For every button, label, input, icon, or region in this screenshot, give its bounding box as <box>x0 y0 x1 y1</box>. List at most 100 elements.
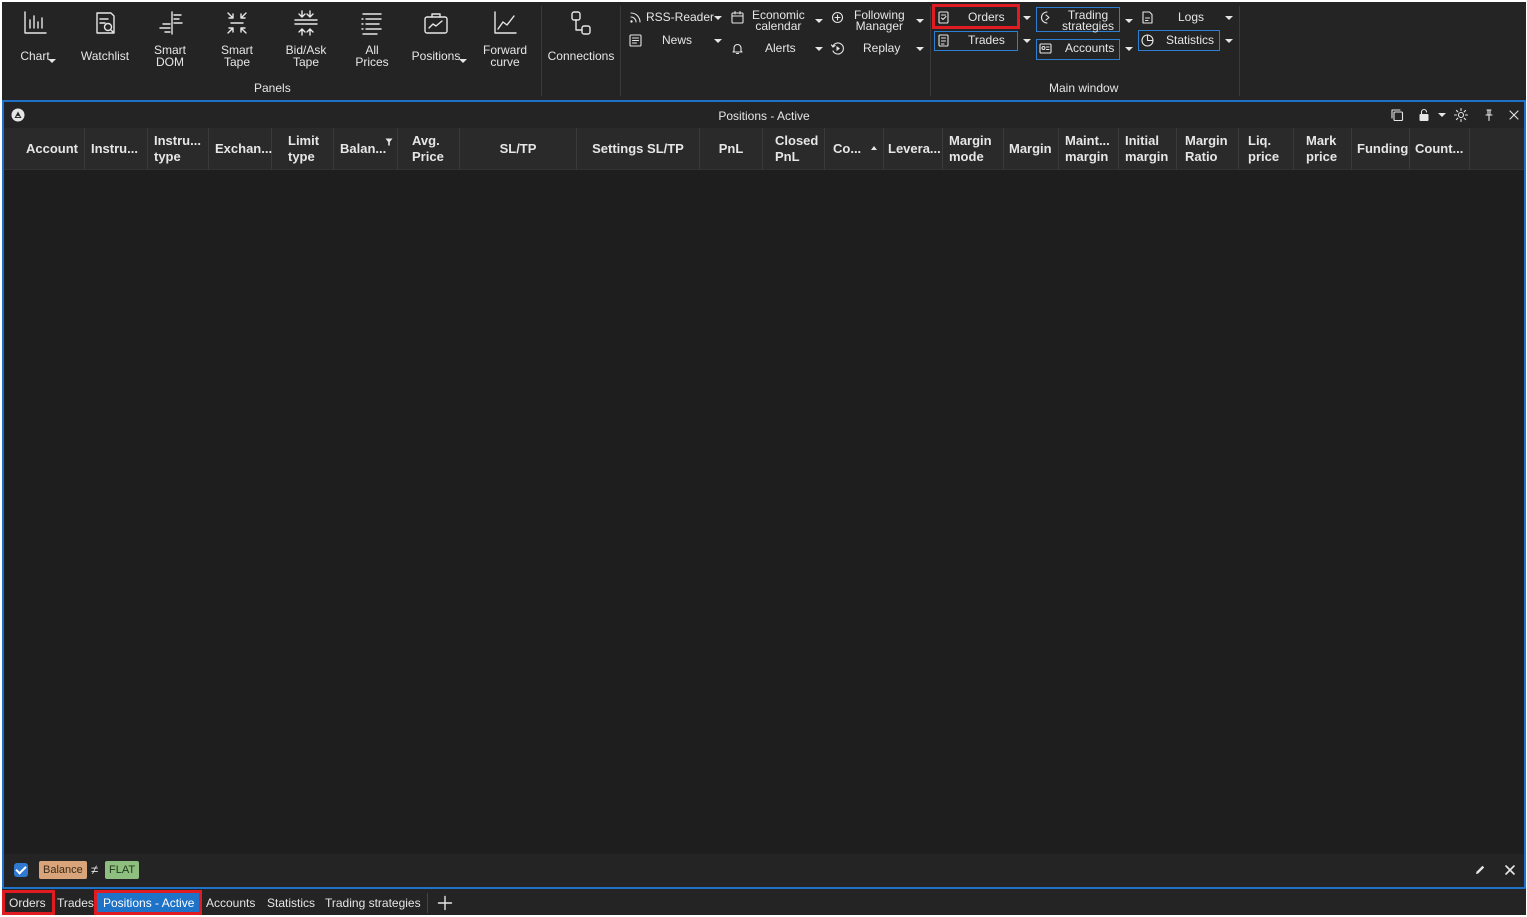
logs-label: Logs <box>1178 10 1205 24</box>
column-header-label: Instru... type <box>154 133 201 164</box>
economic-calendar-button[interactable]: Economic calendar <box>730 8 826 32</box>
connections-button[interactable]: Connections <box>545 8 617 62</box>
column-header[interactable]: Exchan... <box>209 128 272 170</box>
column-header-label: Closed PnL <box>775 133 819 164</box>
positions-panel: Positions - Active Account Instru... Ins… <box>2 100 1526 889</box>
rss-reader-button[interactable]: RSS-Reader <box>628 8 726 28</box>
economic-calendar-dropdown-caret[interactable] <box>815 19 823 23</box>
close-panel-icon[interactable] <box>1508 109 1520 121</box>
column-header[interactable]: Mark price <box>1294 128 1352 170</box>
column-header[interactable]: Instru... type <box>148 128 209 170</box>
accounts-dropdown-caret[interactable] <box>1125 47 1133 51</box>
statistics-button[interactable]: Statistics <box>1140 31 1220 51</box>
following-manager-label: Following Manager <box>854 8 905 33</box>
copy-window-icon[interactable] <box>1390 108 1404 122</box>
bottom-tab-bar: Orders Trades Positions - Active Account… <box>2 889 1526 915</box>
column-header[interactable]: Settings SL/TP <box>577 128 700 170</box>
alerts-label: Alerts <box>765 41 796 55</box>
news-dropdown-caret[interactable] <box>714 39 722 43</box>
tab-trades[interactable]: Trades <box>57 892 94 914</box>
orders-dropdown-caret[interactable] <box>1023 16 1031 20</box>
column-header[interactable]: Liq. price <box>1239 128 1294 170</box>
table-header-row: Account Instru... Instru... type Exchan.… <box>4 128 1524 170</box>
smart-dom-button[interactable]: Smart DOM <box>148 8 192 68</box>
pin-icon[interactable] <box>1482 108 1496 122</box>
replay-button[interactable]: Replay <box>830 39 928 59</box>
rss-icon <box>630 12 641 23</box>
bid-ask-tape-button[interactable]: Bid/Ask Tape <box>282 8 330 68</box>
connections-label: Connections <box>547 49 615 63</box>
watchlist-button[interactable]: Watchlist <box>77 8 133 62</box>
column-header[interactable]: Margin Ratio <box>1177 128 1239 170</box>
column-header[interactable]: Initial margin <box>1119 128 1177 170</box>
ribbon-separator <box>620 6 621 96</box>
column-header-label: Funding <box>1357 141 1409 156</box>
accounts-label: Accounts <box>1065 41 1115 55</box>
column-header[interactable]: PnL <box>700 128 763 170</box>
lock-dropdown-caret[interactable] <box>1438 113 1446 117</box>
filter-bar: Balance ≠ FLAT <box>4 854 1524 887</box>
column-header[interactable]: Co... <box>825 128 884 170</box>
tab-orders[interactable]: Orders <box>9 892 46 914</box>
settings-gear-icon[interactable] <box>1453 107 1469 123</box>
positions-grid-body[interactable] <box>4 170 1524 854</box>
lock-icon[interactable] <box>1417 108 1431 122</box>
clear-filter-icon[interactable] <box>1504 864 1516 876</box>
rss-dropdown-caret[interactable] <box>714 16 722 20</box>
column-header-label: Initial margin <box>1125 133 1169 164</box>
column-header-label: Margin <box>1009 141 1052 156</box>
filter-field-chip[interactable]: Balance <box>39 861 87 879</box>
filter-value-chip[interactable]: FLAT <box>105 861 140 879</box>
logs-dropdown-caret[interactable] <box>1225 16 1233 20</box>
alerts-dropdown-caret[interactable] <box>815 47 823 51</box>
bid-ask-tape-label: Bid/Ask Tape <box>285 43 327 69</box>
column-header-label: Limit type <box>288 133 320 164</box>
column-header[interactable]: Count... <box>1410 128 1470 170</box>
column-header[interactable]: Margin <box>1004 128 1059 170</box>
edit-filter-icon[interactable] <box>1474 864 1486 876</box>
logs-button[interactable]: Logs <box>1140 8 1224 28</box>
smart-tape-button[interactable]: Smart Tape <box>215 8 259 68</box>
all-prices-icon <box>361 13 382 35</box>
accounts-icon <box>1039 43 1052 54</box>
column-header[interactable]: Account <box>20 128 85 170</box>
column-header[interactable]: Instru... <box>85 128 148 170</box>
following-manager-dropdown-caret[interactable] <box>916 19 924 23</box>
column-header[interactable]: Avg. Price <box>398 128 460 170</box>
tab-statistics[interactable]: Statistics <box>267 892 315 914</box>
trades-dropdown-caret[interactable] <box>1023 39 1031 43</box>
statistics-label: Statistics <box>1166 33 1215 47</box>
chart-dropdown-caret[interactable] <box>48 59 56 63</box>
column-header[interactable]: Balan... <box>334 128 398 170</box>
statistics-icon <box>1141 34 1154 47</box>
column-header[interactable]: Funding <box>1352 128 1410 170</box>
rss-reader-label: RSS-Reader <box>646 10 715 24</box>
tab-accounts[interactable]: Accounts <box>206 892 255 914</box>
column-header[interactable]: SL/TP <box>460 128 577 170</box>
column-header[interactable]: Closed PnL <box>763 128 825 170</box>
trading-strategies-dropdown-caret[interactable] <box>1125 19 1133 23</box>
column-header[interactable]: Levera... <box>884 128 943 170</box>
tab-trading-strategies[interactable]: Trading strategies <box>325 892 421 914</box>
main-window-group-label: Main window <box>1049 81 1119 95</box>
accounts-button[interactable]: Accounts <box>1038 39 1118 59</box>
alerts-button[interactable]: Alerts <box>730 39 826 59</box>
add-tab-icon[interactable] <box>437 895 453 911</box>
column-header[interactable]: Margin mode <box>943 128 1004 170</box>
news-button[interactable]: News <box>628 31 726 51</box>
replay-dropdown-caret[interactable] <box>916 47 924 51</box>
all-prices-button[interactable]: All Prices <box>352 8 392 68</box>
statistics-dropdown-caret[interactable] <box>1225 39 1233 43</box>
column-header[interactable]: Maint... margin <box>1059 128 1119 170</box>
ribbon-toolbar: Chart Watchlist Smart DOM Smart Tape Bid… <box>2 2 1526 98</box>
positions-button[interactable]: Positions <box>408 8 464 62</box>
positions-dropdown-caret[interactable] <box>459 59 467 63</box>
column-header[interactable]: Limit type <box>272 128 334 170</box>
chart-button[interactable]: Chart <box>16 8 54 62</box>
trades-button[interactable]: Trades <box>936 31 1016 51</box>
filter-icon[interactable] <box>385 138 393 146</box>
trading-strategies-button[interactable]: Trading strategies <box>1038 8 1118 32</box>
forward-curve-button[interactable]: Forward curve <box>480 8 530 68</box>
following-manager-button[interactable]: Following Manager <box>830 8 928 32</box>
filter-enabled-checkbox[interactable] <box>14 863 28 877</box>
